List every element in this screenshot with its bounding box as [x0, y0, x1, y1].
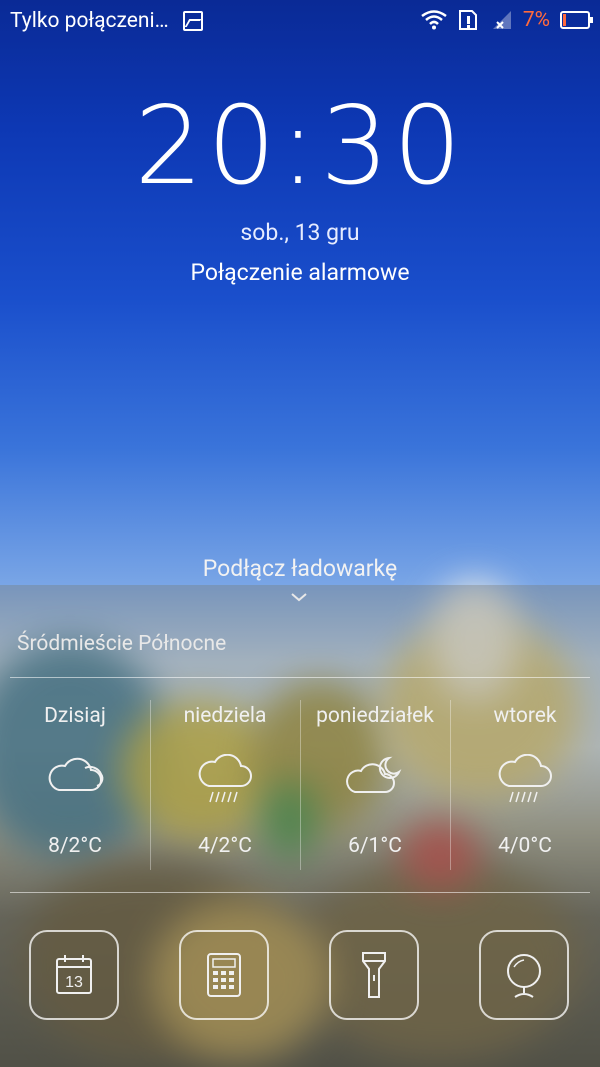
calculator-shortcut-button[interactable] [179, 930, 269, 1020]
battery-icon [560, 11, 593, 29]
lock-screen: Tylko połączeni… 7% 20:30 sob., 13 gru P… [0, 0, 600, 1067]
forecast-day: niedziela 4/2°C [150, 700, 300, 875]
cloudy-icon [48, 757, 104, 791]
mirror-icon [507, 954, 541, 998]
weather-location: Śródmieście Północne [17, 632, 227, 656]
forecast-temp: 8/2°C [48, 834, 102, 858]
calendar-shortcut-button[interactable]: 13 [29, 930, 119, 1020]
charge-hint: Podłącz ładowarkę [202, 555, 398, 582]
mirror-shortcut-button[interactable] [479, 930, 569, 1020]
carrier-text: Tylko połączeni… [10, 9, 169, 33]
sim-alert-icon [458, 10, 477, 30]
forecast-day-name: niedziela [183, 704, 267, 728]
rain-icon [198, 753, 252, 803]
calendar-day-number: 13 [65, 974, 83, 991]
cloudy-night-icon [346, 756, 402, 793]
divider [10, 677, 590, 678]
calculator-icon [207, 953, 241, 997]
status-bar: Tylko połączeni… 7% [0, 0, 600, 44]
forecast-day: poniedziałek 6/1°C [300, 700, 450, 875]
flashlight-shortcut-button[interactable] [329, 930, 419, 1020]
forecast-temp: 4/2°C [198, 834, 252, 858]
forecast-day: wtorek 4/0°C [450, 700, 600, 875]
forecast-temp: 4/0°C [498, 834, 552, 858]
flashlight-icon [362, 952, 386, 998]
forecast-day-name: wtorek [493, 704, 557, 728]
clock-time: 20:30 [134, 84, 466, 209]
battery-percent: 7% [522, 8, 550, 32]
calendar-icon: 13 [56, 955, 92, 994]
signal-icon [492, 11, 511, 29]
emergency-call-button[interactable]: Połączenie alarmowe [0, 259, 600, 286]
chevron-down-icon[interactable] [291, 589, 307, 605]
forecast-day: Dzisiaj 8/2°C [0, 700, 150, 875]
image-icon [182, 11, 203, 31]
forecast-temp: 6/1°C [348, 834, 402, 858]
forecast-day-name: poniedziałek [316, 704, 434, 728]
rain-icon [498, 753, 552, 803]
date-text: sob., 13 gru [240, 219, 360, 246]
forecast-day-name: Dzisiaj [44, 704, 106, 728]
divider [10, 892, 590, 893]
wifi-icon [421, 10, 447, 30]
